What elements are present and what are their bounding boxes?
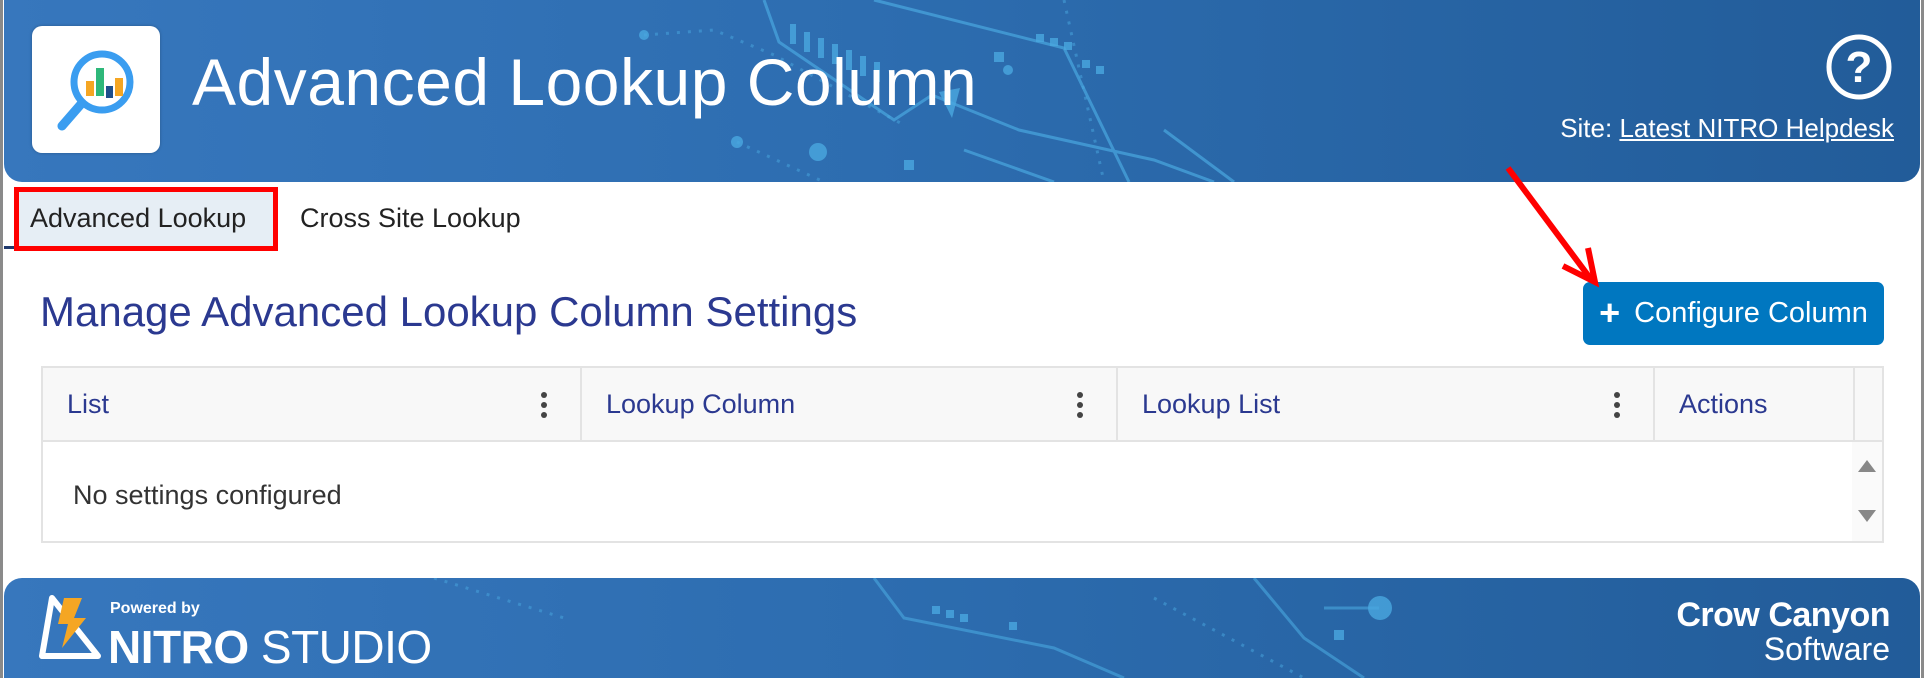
brand-bold: NITRO	[108, 621, 249, 673]
help-circle-icon: ?	[1826, 34, 1892, 100]
magnifier-chart-icon	[57, 50, 134, 131]
column-header-lookup-list[interactable]: Lookup List	[1118, 368, 1655, 440]
column-header-lookup-column[interactable]: Lookup Column	[582, 368, 1118, 440]
configure-column-label: Configure Column	[1634, 297, 1868, 329]
site-label: Site:	[1560, 113, 1620, 143]
company-subtitle: Software	[1763, 631, 1890, 667]
brand-light: STUDIO	[248, 621, 432, 673]
column-menu-icon[interactable]	[1613, 392, 1621, 418]
column-menu-icon[interactable]	[1076, 392, 1084, 418]
column-header-list[interactable]: List	[43, 368, 582, 440]
grid-scrollbar[interactable]	[1852, 442, 1882, 541]
nitro-studio-brand: NITRO STUDIO	[108, 620, 432, 674]
scroll-up-arrow-icon[interactable]	[1858, 460, 1876, 472]
column-header-label: Lookup Column	[606, 388, 796, 419]
help-button[interactable]: ?	[1826, 34, 1892, 100]
site-info: Site: Latest NITRO Helpdesk	[1560, 113, 1894, 144]
powered-by-label: Powered by	[110, 600, 200, 617]
crow-canyon-logo: Crow Canyon Software	[1676, 596, 1890, 668]
column-menu-icon[interactable]	[540, 392, 548, 418]
nitro-bolt-icon	[39, 595, 101, 659]
empty-grid-message: No settings configured	[73, 480, 342, 510]
svg-text:?: ?	[1846, 43, 1873, 92]
scroll-down-arrow-icon[interactable]	[1858, 510, 1876, 522]
column-header-label: Lookup List	[1142, 388, 1281, 419]
section-title: Manage Advanced Lookup Column Settings	[40, 288, 858, 335]
app-title: Advanced Lookup Column	[192, 45, 978, 119]
plus-icon: +	[1599, 291, 1621, 333]
tab-cross-site-lookup[interactable]: Cross Site Lookup	[300, 190, 521, 246]
app-header: Advanced Lookup Column ? Site: Latest NI…	[4, 0, 1920, 182]
settings-grid: List Lookup Column Lookup List Actions N…	[41, 366, 1884, 543]
column-header-actions: Actions	[1655, 368, 1855, 440]
column-header-label: List	[67, 388, 110, 419]
active-tab-indicator	[4, 246, 276, 249]
app-logo	[32, 26, 160, 153]
window-left-edge	[0, 0, 3, 678]
company-name: Crow Canyon	[1676, 596, 1890, 634]
site-link[interactable]: Latest NITRO Helpdesk	[1619, 113, 1894, 143]
grid-header: List Lookup Column Lookup List Actions	[43, 368, 1882, 442]
tab-advanced-lookup[interactable]: Advanced Lookup	[16, 190, 276, 246]
column-header-label: Actions	[1679, 388, 1768, 419]
configure-column-button[interactable]: + Configure Column	[1583, 282, 1884, 345]
tab-bar: Advanced Lookup Cross Site Lookup	[4, 182, 1920, 252]
nitro-studio-logo: Powered by NITRO STUDIO	[38, 592, 432, 673]
app-footer: Powered by NITRO STUDIO Crow Canyon Soft…	[4, 578, 1920, 678]
